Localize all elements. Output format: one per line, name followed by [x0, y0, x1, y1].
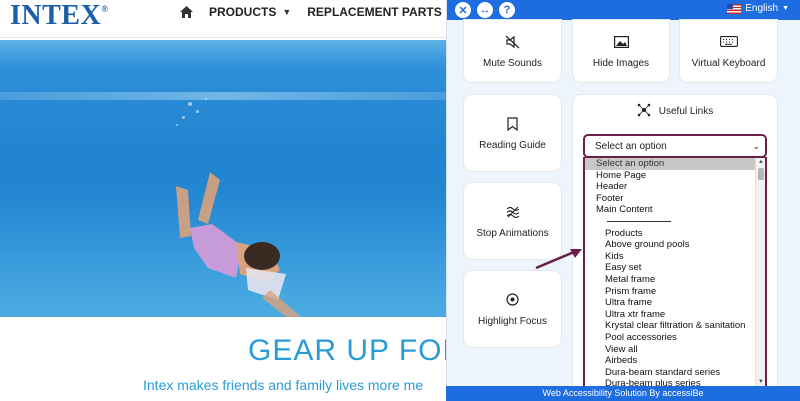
bubble: [196, 110, 199, 113]
swimmer-illustration: [176, 172, 300, 317]
chevron-down-icon: ⌄: [752, 140, 760, 151]
bubble: [182, 116, 185, 119]
useful-links-listbox[interactable]: Select an option Home Page Header Footer Mai…: [583, 157, 767, 388]
bubble: [205, 98, 207, 100]
tile-label: Virtual Keyboard: [691, 57, 766, 69]
list-option[interactable]: Home Page: [585, 170, 755, 182]
bubble: [176, 124, 178, 126]
question-icon: ?: [503, 4, 511, 16]
keyboard-icon: [719, 34, 738, 50]
list-option[interactable]: Easy set: [585, 262, 755, 274]
page: INTEX® PRODUCTS ▼ REPLACEMENT PARTS ▼ S: [0, 0, 800, 401]
list-option[interactable]: Airbeds: [585, 355, 755, 367]
muted-speaker-icon: [505, 34, 521, 50]
useful-links-label: Useful Links: [658, 106, 714, 117]
list-option[interactable]: Dura-beam standard series: [585, 367, 755, 379]
list-option[interactable]: Header: [585, 181, 755, 193]
scrollbar-thumb[interactable]: [758, 168, 764, 180]
useful-links-select[interactable]: Select an option ⌄: [583, 134, 767, 158]
scroll-up-arrow-icon[interactable]: ▲: [756, 158, 765, 167]
hero-image: [0, 40, 446, 317]
list-option[interactable]: Pool accessories: [585, 332, 755, 344]
waves-icon: [506, 204, 520, 220]
nav-products[interactable]: PRODUCTS ▼: [209, 5, 291, 19]
accessibility-footer[interactable]: Web Accessibility Solution By accessiBe: [446, 386, 800, 401]
list-option[interactable]: Metal frame: [585, 274, 755, 286]
tile-label: Reading Guide: [479, 139, 546, 151]
language-selector[interactable]: English ▼: [727, 3, 789, 14]
list-option[interactable]: Above ground pools: [585, 239, 755, 251]
link-nodes-icon: [637, 103, 651, 120]
nav-replacement-parts[interactable]: REPLACEMENT PARTS ▼: [307, 5, 456, 19]
list-option[interactable]: Ultra xtr frame: [585, 309, 755, 321]
hero-title: GEAR UP FOR: [248, 334, 466, 367]
tile-label: Stop Animations: [476, 227, 549, 239]
chevron-down-icon: ▼: [282, 7, 292, 17]
language-label: English: [745, 3, 779, 14]
tile-label: Hide Images: [592, 57, 650, 69]
hero-subtitle: Intex makes friends and family lives mor…: [143, 377, 424, 393]
move-panel-button[interactable]: ↔: [477, 2, 493, 18]
list-option[interactable]: Kids: [585, 251, 755, 263]
home-icon[interactable]: [180, 6, 193, 18]
tile-label: Highlight Focus: [478, 315, 547, 327]
intex-logo[interactable]: INTEX®: [10, 0, 108, 32]
list-option[interactable]: Main Content: [585, 204, 755, 216]
panel-toolbar: ✕ ↔ ? English ▼: [447, 0, 800, 20]
logo-text: INTEX: [10, 0, 102, 31]
option-separator: [585, 216, 755, 228]
list-option[interactable]: Footer: [585, 193, 755, 205]
close-icon: ✕: [458, 4, 468, 17]
virtual-keyboard-tile[interactable]: Virtual Keyboard: [680, 20, 777, 82]
image-icon: [613, 34, 629, 50]
list-option[interactable]: View all: [585, 344, 755, 356]
list-option[interactable]: Select an option: [585, 158, 755, 170]
options-list: Select an option Home Page Header Footer Mai…: [585, 158, 755, 386]
hide-images-tile[interactable]: Hide Images: [573, 20, 669, 82]
registered-mark: ®: [101, 4, 109, 14]
tile-label: Mute Sounds: [483, 57, 542, 69]
help-button[interactable]: ?: [499, 2, 515, 18]
annotation-arrow-icon: [535, 249, 582, 270]
chevron-down-icon: ▼: [782, 5, 789, 12]
mute-sounds-tile[interactable]: Mute Sounds: [464, 20, 561, 82]
listbox-scrollbar[interactable]: ▲ ▼: [755, 158, 765, 386]
list-option[interactable]: Krystal clear filtration & sanitation: [585, 320, 755, 332]
bubble: [188, 102, 192, 106]
highlight-focus-tile[interactable]: Highlight Focus: [464, 271, 561, 347]
select-value: Select an option: [595, 140, 667, 152]
arrows-horizontal-icon: ↔: [479, 4, 491, 16]
reading-guide-tile[interactable]: Reading Guide: [464, 95, 561, 171]
main-nav: PRODUCTS ▼ REPLACEMENT PARTS ▼ S: [180, 0, 481, 24]
separator-line: [607, 221, 671, 223]
focus-target-icon: [506, 292, 519, 308]
useful-links-header: Useful Links: [573, 103, 777, 120]
bookmark-icon: [507, 116, 518, 132]
list-option[interactable]: Ultra frame: [585, 297, 755, 309]
list-option[interactable]: Prism frame: [585, 286, 755, 298]
us-flag-icon: [727, 3, 742, 14]
nav-replacement-parts-label: REPLACEMENT PARTS: [307, 5, 442, 19]
water-surface: [0, 92, 446, 100]
close-button[interactable]: ✕: [455, 2, 471, 18]
nav-products-label: PRODUCTS: [209, 5, 277, 19]
list-option[interactable]: Products: [585, 228, 755, 240]
